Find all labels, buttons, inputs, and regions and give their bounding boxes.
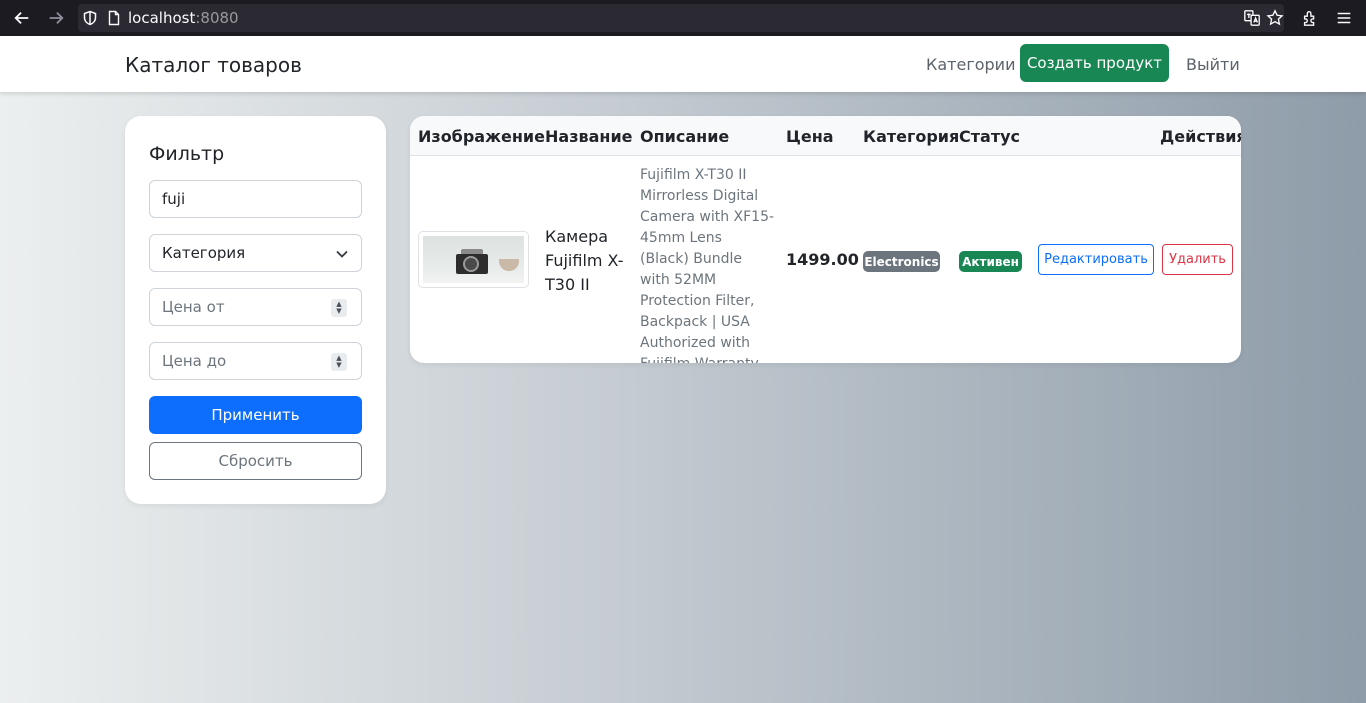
- product-thumbnail: [418, 231, 529, 288]
- brand-title[interactable]: Каталог товаров: [125, 53, 302, 77]
- shield-icon[interactable]: [82, 10, 98, 26]
- status-badge: Активен: [959, 251, 1022, 272]
- browser-toolbar: localhost:8080: [0, 0, 1366, 36]
- camera-lens: [463, 256, 479, 272]
- reset-filter-button[interactable]: Сбросить: [149, 442, 362, 480]
- spinner-down-icon[interactable]: ▼: [336, 362, 341, 369]
- app-navbar: Каталог товаров Категории Создать продук…: [0, 36, 1366, 92]
- apply-filter-button[interactable]: Применить: [149, 396, 362, 434]
- column-header-category: Категория: [863, 127, 960, 146]
- product-name: Камера Fujifilm X-T30 II: [545, 227, 624, 294]
- search-input[interactable]: fuji: [149, 180, 362, 218]
- price-from-input[interactable]: Цена от ▲ ▼: [149, 288, 362, 326]
- product-description: Fujifilm X-T30 II Mirrorless Digital Cam…: [640, 167, 775, 363]
- products-table: Изображение Название Описание Цена Катег…: [410, 116, 1241, 363]
- bookmark-star-icon[interactable]: [1265, 8, 1285, 28]
- column-header-description: Описание: [640, 127, 730, 146]
- back-arrow-icon[interactable]: [10, 6, 34, 30]
- table-header: Изображение Название Описание Цена Катег…: [410, 116, 1241, 156]
- column-header-price: Цена: [786, 127, 834, 146]
- column-header-status: Статус: [959, 127, 1020, 146]
- category-select-value: Категория: [162, 244, 246, 262]
- translate-icon[interactable]: [1242, 8, 1262, 28]
- filter-title: Фильтр: [149, 143, 225, 165]
- menu-icon[interactable]: [1334, 8, 1354, 28]
- url-text[interactable]: localhost:8080: [128, 9, 239, 27]
- category-select[interactable]: Категория: [149, 234, 362, 272]
- spinner-down-icon[interactable]: ▼: [336, 308, 341, 315]
- nav-link-logout[interactable]: Выйти: [1186, 55, 1240, 74]
- forward-arrow-icon[interactable]: [44, 6, 68, 30]
- search-input-value: fuji: [162, 190, 186, 208]
- price-to-input[interactable]: Цена до ▲ ▼: [149, 342, 362, 380]
- chevron-down-icon: [335, 247, 349, 261]
- address-bar[interactable]: localhost:8080: [78, 4, 1284, 32]
- column-header-name: Название: [545, 127, 633, 146]
- nav-link-categories[interactable]: Категории: [926, 55, 1015, 74]
- column-header-image: Изображение: [418, 127, 545, 146]
- price-to-placeholder: Цена до: [162, 352, 227, 370]
- page-icon: [106, 10, 122, 26]
- url-host: localhost: [128, 9, 196, 27]
- number-spinner[interactable]: ▲ ▼: [331, 299, 347, 317]
- cup-shape: [499, 259, 519, 271]
- delete-button[interactable]: Удалить: [1162, 244, 1233, 275]
- column-header-actions: Действия: [1160, 127, 1241, 146]
- create-product-button[interactable]: Создать продукт: [1020, 44, 1169, 82]
- product-price: 1499.00: [786, 250, 859, 269]
- edit-button[interactable]: Редактировать: [1038, 244, 1154, 275]
- number-spinner[interactable]: ▲ ▼: [331, 353, 347, 371]
- url-port: :8080: [195, 9, 239, 27]
- filter-card: Фильтр fuji Категория Цена от ▲ ▼ Цена до…: [125, 116, 386, 504]
- price-from-placeholder: Цена от: [162, 298, 225, 316]
- camera-image: [423, 236, 524, 283]
- category-badge: Electronics: [863, 251, 940, 272]
- extensions-icon[interactable]: [1300, 8, 1320, 28]
